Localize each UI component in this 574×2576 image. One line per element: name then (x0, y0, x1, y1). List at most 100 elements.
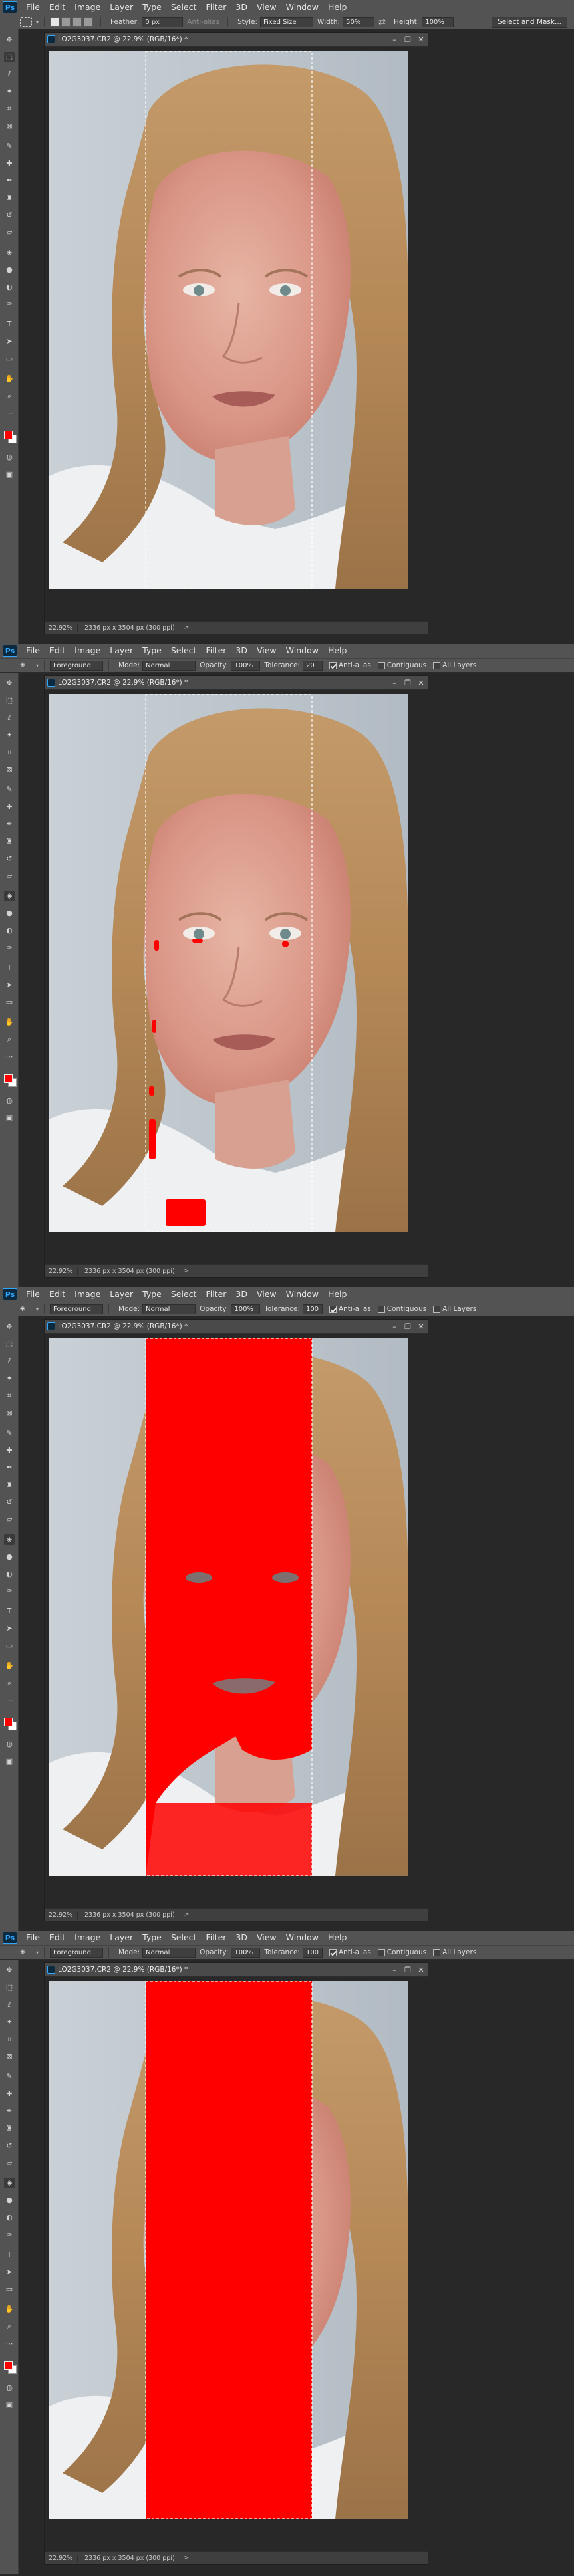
status-menu-arrow[interactable]: > (184, 1911, 190, 1918)
eraser-tool-icon[interactable]: ▱ (4, 2158, 15, 2168)
mode-select[interactable]: Normal (142, 1947, 196, 1958)
pen-tool-icon[interactable]: ✑ (4, 299, 15, 310)
subtract-selection-icon[interactable] (72, 17, 82, 27)
antialias-checkbox[interactable] (329, 1305, 337, 1313)
lasso-tool-icon[interactable]: ℓ (4, 713, 15, 723)
menu-item-type[interactable]: Type (138, 644, 166, 658)
menu-item-window[interactable]: Window (281, 644, 323, 658)
eyedropper-tool-icon[interactable]: ✎ (4, 2071, 15, 2082)
quick-mask-icon[interactable]: ◍ (4, 1739, 15, 1750)
document-canvas[interactable] (49, 694, 408, 1232)
eraser-tool-icon[interactable]: ▱ (4, 1514, 15, 1525)
menu-item-help[interactable]: Help (323, 1287, 352, 1302)
lasso-tool-icon[interactable]: ℓ (4, 2000, 15, 2010)
magic-wand-tool-icon[interactable]: ✦ (4, 2017, 15, 2028)
width-input[interactable]: 50% (343, 17, 375, 27)
restore-button[interactable]: ❐ (401, 1966, 414, 1974)
feather-input[interactable]: 0 px (142, 17, 184, 27)
preset-caret-icon[interactable]: ▾ (36, 1306, 39, 1312)
pen-tool-icon[interactable]: ✑ (4, 1586, 15, 1597)
frame-tool-icon[interactable]: ⊠ (4, 2051, 15, 2062)
lasso-tool-icon[interactable]: ℓ (4, 69, 15, 80)
magic-wand-tool-icon[interactable]: ✦ (4, 86, 15, 97)
menu-item-edit[interactable]: Edit (45, 1287, 70, 1302)
move-tool-icon[interactable]: ✥ (4, 35, 15, 45)
restore-button[interactable]: ❐ (401, 679, 414, 687)
close-button[interactable]: ✕ (414, 1322, 428, 1331)
type-tool-icon[interactable]: T (4, 963, 15, 973)
antialias-checkbox[interactable] (329, 1948, 337, 1956)
document-canvas[interactable] (49, 51, 408, 589)
document-tab[interactable]: LO2G3037.CR2 @ 22.9% (RGB/16*) * – ❐ ✕ (45, 676, 428, 690)
magic-wand-tool-icon[interactable]: ✦ (4, 730, 15, 741)
antialias-checkbox[interactable] (329, 661, 337, 669)
hand-tool-icon[interactable]: ✋ (4, 1017, 15, 1028)
intersect-selection-icon[interactable] (84, 17, 94, 27)
zoom-level[interactable]: 22.92% (45, 2554, 78, 2562)
canvas-area[interactable] (45, 690, 428, 1264)
menu-item-view[interactable]: View (252, 1287, 281, 1302)
status-menu-arrow[interactable]: > (184, 624, 190, 631)
marquee-tool-icon[interactable]: ⬚ (4, 52, 15, 62)
menu-item-layer[interactable]: Layer (105, 644, 138, 658)
opacity-input[interactable]: 100% (231, 1304, 261, 1314)
canvas-area[interactable] (45, 47, 428, 621)
paint-bucket-tool-icon[interactable]: ◈ (4, 247, 15, 258)
type-tool-icon[interactable]: T (4, 2250, 15, 2260)
brush-tool-icon[interactable]: ✒ (4, 819, 15, 830)
crop-tool-icon[interactable]: ⌗ (4, 1391, 15, 1401)
hand-tool-icon[interactable]: ✋ (4, 1661, 15, 1671)
dodge-tool-icon[interactable]: ◐ (4, 2212, 15, 2223)
paint-bucket-tool-icon[interactable]: ◈ (4, 2178, 15, 2188)
screen-mode-icon[interactable]: ▣ (4, 469, 15, 480)
menu-item-3d[interactable]: 3D (231, 644, 252, 658)
menu-item-window[interactable]: Window (281, 1287, 323, 1302)
eraser-tool-icon[interactable]: ▱ (4, 871, 15, 881)
brush-tool-icon[interactable]: ✒ (4, 2106, 15, 2117)
eyedropper-tool-icon[interactable]: ✎ (4, 784, 15, 795)
menu-item-file[interactable]: File (21, 1931, 45, 1945)
document-tab[interactable]: LO2G3037.CR2 @ 22.9% (RGB/16*) * – ❐ ✕ (45, 1963, 428, 1977)
blur-tool-icon[interactable]: ● (4, 2195, 15, 2206)
menu-item-3d[interactable]: 3D (231, 1931, 252, 1945)
history-brush-tool-icon[interactable]: ↺ (4, 854, 15, 864)
healing-brush-tool-icon[interactable]: ✚ (4, 158, 15, 169)
zoom-tool-icon[interactable]: ⌕ (4, 1678, 15, 1689)
foreground-color-swatch[interactable] (4, 431, 13, 439)
contiguous-checkbox[interactable] (377, 1948, 385, 1956)
path-selection-tool-icon[interactable]: ➤ (4, 980, 15, 991)
clone-stamp-tool-icon[interactable]: ♜ (4, 193, 15, 203)
more-tools-icon[interactable]: ⋯ (4, 2339, 15, 2349)
all-layers-checkbox[interactable] (433, 1305, 441, 1313)
minimize-button[interactable]: – (388, 1966, 401, 1974)
marquee-tool-icon[interactable]: ⬚ (4, 1982, 15, 1993)
path-selection-tool-icon[interactable]: ➤ (4, 336, 15, 347)
healing-brush-tool-icon[interactable]: ✚ (4, 2089, 15, 2099)
document-tab[interactable]: LO2G3037.CR2 @ 22.9% (RGB/16*) * – ❐ ✕ (45, 1320, 428, 1334)
dodge-tool-icon[interactable]: ◐ (4, 282, 15, 293)
select-and-mask-button[interactable]: Select and Mask... (492, 16, 567, 28)
hand-tool-icon[interactable]: ✋ (4, 2304, 15, 2315)
screen-mode-icon[interactable]: ▣ (4, 1756, 15, 1767)
hand-tool-icon[interactable]: ✋ (4, 374, 15, 384)
opacity-input[interactable]: 100% (231, 1947, 261, 1958)
preset-caret-icon[interactable]: ▾ (36, 663, 39, 669)
more-tools-icon[interactable]: ⋯ (4, 1695, 15, 1706)
type-tool-icon[interactable]: T (4, 319, 15, 330)
marquee-tool-preset-icon[interactable] (20, 17, 32, 27)
history-brush-tool-icon[interactable]: ↺ (4, 210, 15, 221)
menu-item-select[interactable]: Select (166, 0, 202, 15)
menu-item-view[interactable]: View (252, 644, 281, 658)
tolerance-input[interactable]: 100 (302, 1947, 323, 1958)
rectangle-tool-icon[interactable]: ▭ (4, 354, 15, 364)
menu-item-view[interactable]: View (252, 1931, 281, 1945)
document-canvas[interactable] (49, 1981, 408, 2519)
dodge-tool-icon[interactable]: ◐ (4, 925, 15, 936)
minimize-button[interactable]: – (388, 679, 401, 687)
style-select[interactable]: Fixed Size (260, 17, 314, 27)
blur-tool-icon[interactable]: ● (4, 908, 15, 919)
menu-item-edit[interactable]: Edit (45, 644, 70, 658)
zoom-level[interactable]: 22.92% (45, 1911, 78, 1919)
restore-button[interactable]: ❐ (401, 35, 414, 44)
blur-tool-icon[interactable]: ● (4, 1552, 15, 1562)
